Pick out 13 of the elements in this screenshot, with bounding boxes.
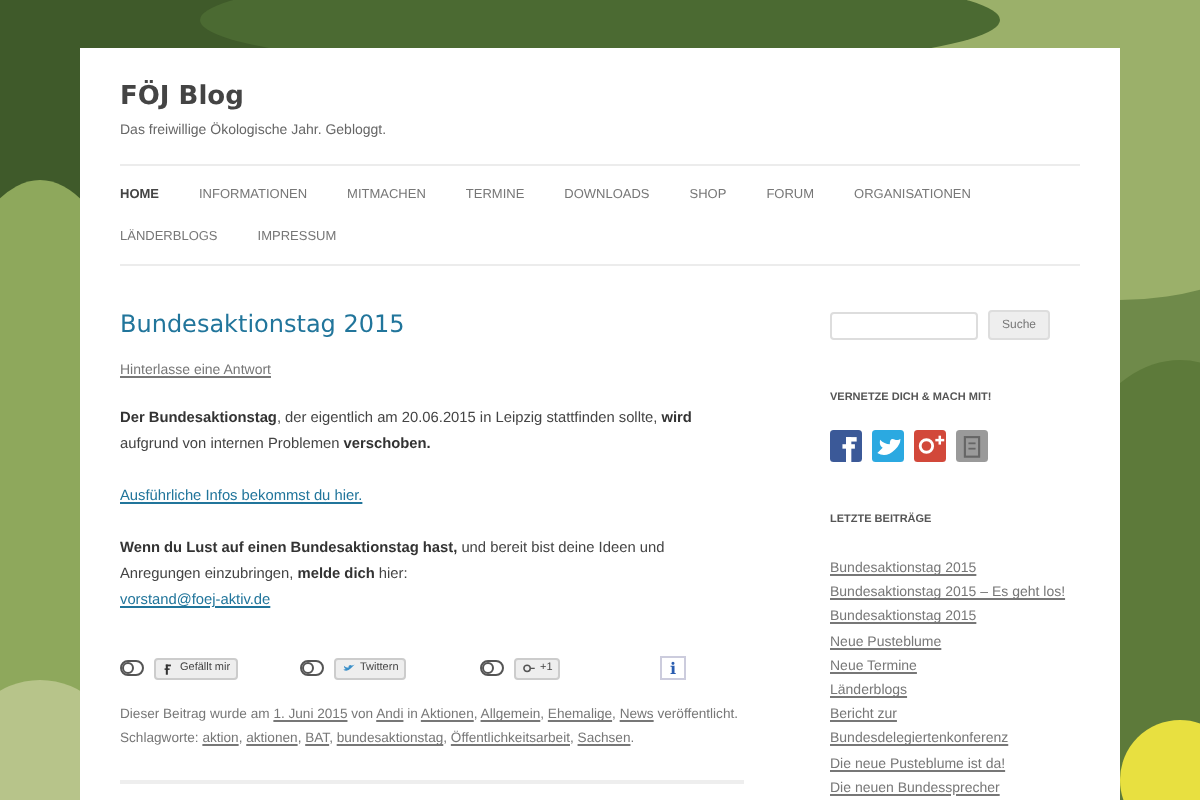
google-plus-icon <box>522 661 536 675</box>
post-title[interactable]: Bundesaktionstag 2015 <box>120 310 405 338</box>
search-field[interactable] <box>830 311 978 339</box>
twitter-icon <box>342 661 356 675</box>
site-title[interactable]: FÖJ Blog <box>120 82 244 112</box>
facebook-icon <box>162 661 176 675</box>
google-plus-icon[interactable] <box>914 430 946 462</box>
toggle-switch[interactable] <box>120 660 144 676</box>
toggle-switch[interactable] <box>480 660 504 676</box>
info-button[interactable]: i <box>660 656 686 680</box>
facebook-icon[interactable] <box>830 430 862 462</box>
toggle-switch[interactable] <box>300 660 324 676</box>
twitter-icon[interactable] <box>872 430 904 462</box>
